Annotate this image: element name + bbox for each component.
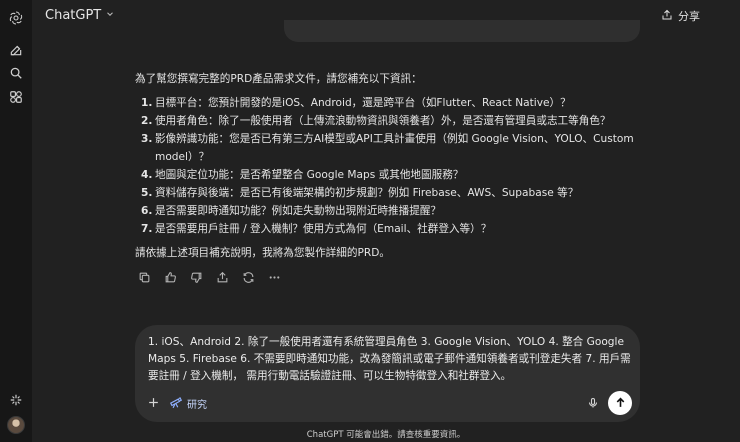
telescope-icon	[169, 395, 183, 412]
composer: 1. iOS、Android 2. 除了一般使用者還有系統管理員角色 3. Go…	[135, 325, 640, 422]
message-input[interactable]: 1. iOS、Android 2. 除了一般使用者還有系統管理員角色 3. Go…	[148, 334, 632, 385]
send-button[interactable]	[608, 391, 632, 415]
share-icon	[661, 9, 673, 24]
assistant-intro: 為了幫您撰寫完整的PRD產品需求文件，請您補充以下資訊：	[135, 73, 422, 85]
list-item: 7. 是否需要用戶註冊 / 登入機制？使用方式為何（Email、社群登入等）？	[141, 223, 492, 235]
list-item: 5. 資料儲存與後端：是否已有後端架構的初步規劃？例如 Firebase、AWS、…	[141, 187, 579, 199]
share-button[interactable]: 分享	[661, 8, 700, 24]
share-label: 分享	[678, 10, 700, 23]
microphone-icon	[587, 394, 599, 413]
list-item: 4. 地圖與定位功能：是否希望整合 Google Maps 或其他地圖服務？	[141, 169, 464, 181]
app-title: ChatGPT	[45, 8, 102, 23]
sparkle-icon[interactable]	[6, 390, 26, 410]
thumbs-down-icon[interactable]	[187, 268, 205, 286]
copy-icon[interactable]	[135, 268, 153, 286]
chevron-down-icon	[105, 8, 115, 23]
question-list: 1. 目標平台：您預計開發的是iOS、Android，還是跨平台（如Flutter…	[135, 94, 635, 238]
list-item: 6. 是否需要即時通知功能？例如走失動物出現附近時推播提醒？	[141, 205, 442, 217]
list-item: 3. 影像辨識功能：您是否已有第三方AI模型或API工具計畫使用（例如 Googl…	[141, 133, 634, 163]
new-chat-icon[interactable]	[6, 40, 26, 60]
search-icon[interactable]	[6, 63, 26, 83]
plus-icon	[147, 394, 160, 413]
openai-logo-icon[interactable]	[6, 8, 26, 28]
arrow-up-icon	[614, 394, 627, 413]
regenerate-icon[interactable]	[239, 268, 257, 286]
assistant-message: 為了幫您撰寫完整的PRD產品需求文件，請您補充以下資訊： 1. 目標平台：您預計開…	[135, 70, 635, 262]
more-options-icon[interactable]	[265, 268, 283, 286]
model-selector[interactable]: ChatGPT	[45, 8, 115, 23]
research-label: 研究	[187, 400, 207, 411]
previous-user-message	[284, 20, 640, 42]
explore-gpts-icon[interactable]	[6, 87, 26, 107]
message-actions	[135, 268, 283, 286]
share-message-icon[interactable]	[213, 268, 231, 286]
thumbs-up-icon[interactable]	[161, 268, 179, 286]
list-item: 2. 使用者角色：除了一般使用者（上傳流浪動物資訊與領養者）外，是否還有管理員或志…	[141, 115, 611, 127]
assistant-outro: 請依據上述項目補充說明，我將為您製作詳細的PRD。	[135, 247, 390, 259]
research-button[interactable]: 研究	[169, 395, 207, 412]
microphone-button[interactable]	[585, 395, 601, 411]
attach-button[interactable]	[145, 395, 161, 411]
left-rail	[0, 0, 32, 442]
list-item: 1. 目標平台：您預計開發的是iOS、Android，還是跨平台（如Flutter…	[141, 97, 571, 109]
disclaimer: ChatGPT 可能會出錯。請查核重要資訊。	[306, 430, 466, 440]
